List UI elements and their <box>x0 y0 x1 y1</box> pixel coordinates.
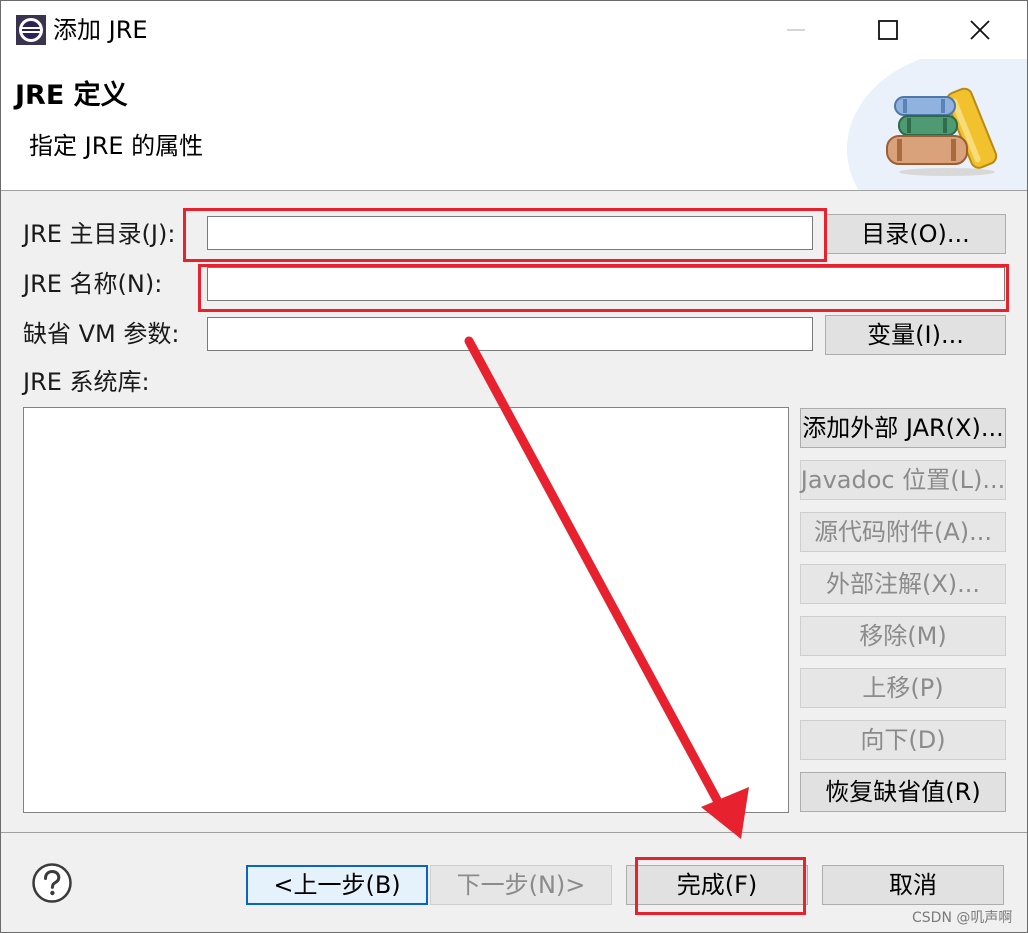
watermark: CSDN @叽声啊 <box>912 910 1013 926</box>
add-jre-dialog: 添加 JRE JRE 定义 指定 JRE 的属性 JRE 主目录(J): 目录(… <box>0 0 1028 933</box>
annotation-arrow <box>464 336 749 839</box>
